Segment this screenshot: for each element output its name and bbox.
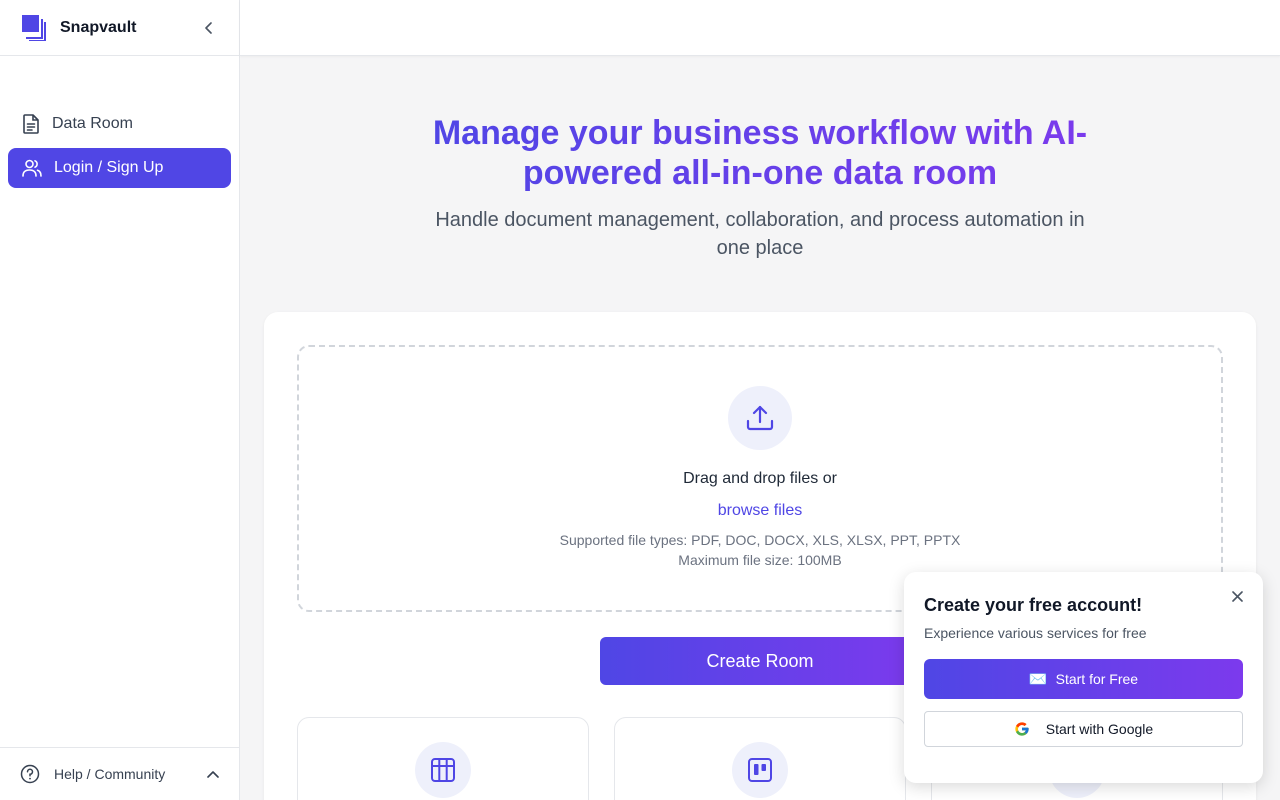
supported-file-types: Supported file types: PDF, DOC, DOCX, XL… <box>559 532 961 548</box>
popup-title: Create your free account! <box>924 595 1143 615</box>
snapvault-logo-icon <box>22 14 46 41</box>
sidebar-item-login-signup[interactable]: Login / Sign Up <box>8 148 231 188</box>
feature-card-board[interactable] <box>614 717 906 800</box>
upload-icon-circle <box>728 386 792 450</box>
max-file-size: Maximum file size: 100MB <box>678 552 842 568</box>
signup-popup: Create your free account! Experience var… <box>904 572 1263 783</box>
chevron-left-icon <box>205 21 212 34</box>
hero-title: Manage your business workflow with AI-po… <box>410 113 1110 193</box>
feature-icon-circle <box>415 742 471 798</box>
create-room-button[interactable]: Create Room <box>600 637 920 685</box>
help-community-toggle[interactable]: Help / Community <box>0 747 239 800</box>
top-bar <box>240 0 1280 56</box>
hero-section: Manage your business workflow with AI-po… <box>240 113 1280 262</box>
popup-subtitle: Experience various services for free <box>924 625 1147 641</box>
hero-subtitle: Handle document management, collaboratio… <box>435 209 1085 259</box>
users-icon <box>22 159 42 177</box>
chevron-up-icon <box>207 771 219 778</box>
google-icon <box>1015 722 1029 736</box>
help-community-label: Help / Community <box>54 766 166 782</box>
table-columns-icon <box>431 758 455 782</box>
upload-icon <box>746 405 774 431</box>
document-icon <box>23 114 39 134</box>
sidebar-item-label: Login / Sign Up <box>54 159 164 176</box>
close-popup-button[interactable] <box>1229 588 1245 604</box>
help-circle-icon <box>20 764 40 784</box>
sidebar-item-label: Data Room <box>52 115 133 132</box>
feature-card-table[interactable] <box>297 717 589 800</box>
brand-header: Snapvault <box>0 0 239 56</box>
start-for-free-button[interactable]: ✉️ Start for Free <box>924 659 1243 699</box>
kanban-board-icon <box>748 758 772 782</box>
start-with-google-button[interactable]: Start with Google <box>924 711 1243 747</box>
browse-files-link[interactable]: browse files <box>718 502 802 520</box>
collapse-sidebar-button[interactable] <box>199 18 219 38</box>
start-with-google-label: Start with Google <box>1045 721 1154 737</box>
dropzone-text: Drag and drop files or <box>683 470 837 487</box>
start-for-free-label: Start for Free <box>1055 671 1139 687</box>
app-name: Snapvault <box>60 18 137 36</box>
close-icon <box>1231 590 1243 602</box>
sidebar-nav: Data Room Login / Sign Up <box>0 56 239 188</box>
sidebar: Snapvault Data Room Login / Sign Up Help… <box>0 0 240 800</box>
envelope-icon: ✉️ <box>1028 671 1048 688</box>
sidebar-item-data-room[interactable]: Data Room <box>8 104 231 144</box>
feature-icon-circle <box>732 742 788 798</box>
